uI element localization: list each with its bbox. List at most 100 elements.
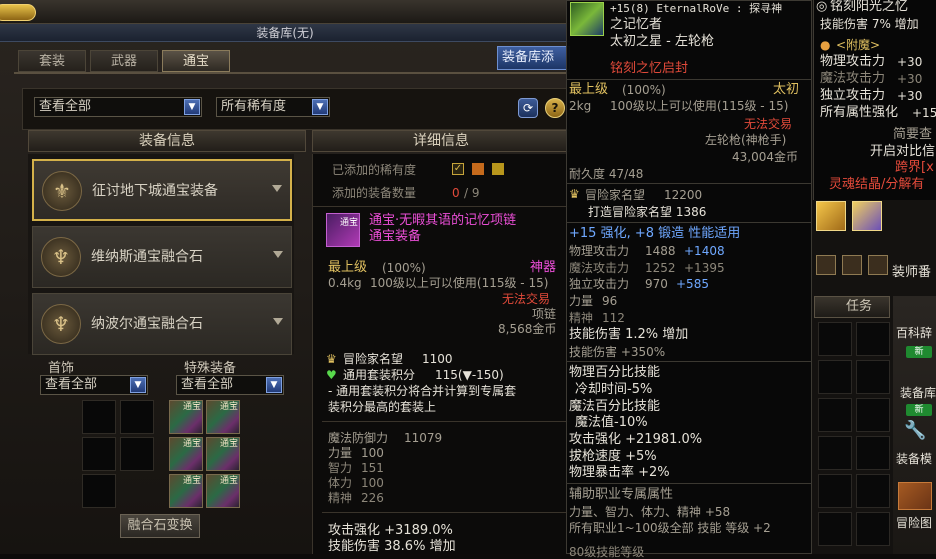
divider	[566, 183, 812, 184]
new-badge: 新	[906, 346, 932, 358]
soul-crystal-text: 灵魂结晶/分解有	[829, 177, 925, 192]
special-item-slot[interactable]: 通宝	[206, 437, 240, 471]
weapon-stat-bonus: +1395	[684, 261, 725, 275]
shop-label[interactable]: 装师番	[892, 266, 931, 280]
cross-text: 跨界[x	[895, 160, 934, 175]
equip-item-napol[interactable]: ♆ 纳波尔通宝融合石	[32, 293, 292, 355]
small-slot-icon[interactable]	[868, 255, 888, 275]
weapon-stat-label: 力量	[569, 294, 594, 308]
all-jobs-skill: 所有职业1~100级全部 技能 等级 +2	[569, 521, 771, 535]
list-cell[interactable]	[818, 322, 852, 356]
tab-weapon[interactable]: 武器	[90, 50, 158, 72]
rarity-select-value: 所有稀有度	[221, 99, 287, 114]
necklace-select[interactable]: 查看全部 ▼	[40, 375, 148, 395]
weapon-fame-label: 冒险家名望	[585, 188, 646, 202]
divider	[566, 361, 812, 362]
stat-label: 精神	[328, 491, 353, 505]
adventure-menu[interactable]: 冒险图	[896, 516, 932, 530]
top-gold-pill[interactable]	[0, 4, 36, 21]
equip-item-dungeon[interactable]: ⚜ 征讨地下城通宝装备	[32, 159, 292, 221]
special-item-slot[interactable]: 通宝	[169, 474, 203, 508]
list-cell[interactable]	[856, 474, 890, 508]
compare-info[interactable]: 开启对比信	[870, 145, 935, 159]
weapon-stat-value: 1252	[645, 261, 676, 275]
set-points-value: 115(▼-150)	[435, 368, 504, 382]
list-cell[interactable]	[856, 360, 890, 394]
orb-icon: ●	[820, 38, 831, 52]
repo-menu[interactable]: 装备库	[900, 386, 936, 400]
refresh-icon[interactable]: ⟳	[518, 98, 538, 118]
list-cell[interactable]	[818, 512, 852, 546]
stat-value: 151	[361, 461, 384, 475]
weapon-price: 43,004金币	[732, 150, 798, 164]
sim-menu[interactable]: 装备模	[896, 452, 932, 466]
view-select[interactable]: 查看全部 ▼	[34, 97, 202, 117]
item-type: 通宝装备	[369, 229, 422, 244]
small-slot-icon[interactable]	[816, 255, 836, 275]
small-slot-icon[interactable]	[842, 255, 862, 275]
inventory-item-icon[interactable]	[816, 201, 846, 231]
support-stats: 力量、智力、体力、精神 +58	[569, 505, 731, 519]
fusion-stone-convert-button[interactable]: 融合石变换	[120, 514, 200, 538]
new-badge: 新	[906, 404, 932, 416]
added-rarity-label: 已添加的稀有度	[332, 163, 417, 177]
rarity-select[interactable]: 所有稀有度 ▼	[216, 97, 330, 117]
inventory-item-icon[interactable]	[852, 201, 882, 231]
necklace-slot[interactable]	[82, 474, 116, 508]
weapon-fame-build: 打造冒险家名望 1386	[588, 205, 707, 219]
special-item-slot[interactable]: 通宝	[169, 437, 203, 471]
dict-menu[interactable]: 百科辞	[896, 326, 932, 340]
compare-text[interactable]: 简要查	[893, 128, 932, 142]
list-cell[interactable]	[856, 398, 890, 432]
tab-tongbao[interactable]: 通宝	[162, 50, 230, 72]
list-cell[interactable]	[856, 436, 890, 470]
chevron-down-icon: ▼	[130, 377, 146, 393]
stat-value: 100	[361, 476, 384, 490]
necklace-slot[interactable]	[120, 400, 154, 434]
atk-strength: 攻击强化 +3189.0%	[328, 523, 453, 538]
rarity-box-legendary[interactable]	[472, 163, 484, 175]
necklace-slot[interactable]	[82, 437, 116, 471]
stat-label: 智力	[328, 461, 353, 475]
necklace-slot[interactable]	[120, 437, 154, 471]
necklace-slot[interactable]	[82, 400, 116, 434]
item-weight: 0.4kg	[328, 276, 362, 290]
weapon-atk-strength: 攻击强化 +21981.0%	[569, 432, 703, 447]
special-select[interactable]: 查看全部 ▼	[176, 375, 284, 395]
help-icon[interactable]: ?	[545, 98, 565, 118]
fame-icon: ♛	[569, 187, 580, 201]
fame-icon: ♛	[326, 352, 337, 366]
divider	[566, 222, 812, 223]
attach-stat-value: +15	[912, 106, 936, 120]
weapon-stat-bonus: +585	[676, 277, 709, 291]
weapon-stat-bonus: +1408	[684, 244, 725, 258]
stat-label: 魔法防御力	[328, 431, 389, 445]
rarity-checkbox-epic[interactable]: ✓	[452, 163, 464, 175]
list-cell[interactable]	[856, 512, 890, 546]
attach-stat-label: 物理攻击力	[820, 54, 886, 69]
list-cell[interactable]	[818, 360, 852, 394]
list-cell[interactable]	[818, 398, 852, 432]
cut-line: 80级技能等级	[569, 545, 645, 559]
special-item-slot[interactable]: 通宝	[206, 400, 240, 434]
list-cell[interactable]	[818, 436, 852, 470]
phys-crit: 物理暴击率 +2%	[569, 465, 670, 480]
stat-label: 力量	[328, 446, 353, 460]
list-cell[interactable]	[818, 474, 852, 508]
equip-item-venus[interactable]: ♆ 维纳斯通宝融合石	[32, 226, 292, 288]
weapon-durability: 耐久度 47/48	[569, 167, 644, 181]
special-item-slot[interactable]: 通宝	[169, 400, 203, 434]
tab-quest[interactable]: 任务	[814, 296, 890, 318]
crest-icon: ⚜	[42, 171, 82, 211]
list-cell[interactable]	[856, 322, 890, 356]
enhance-info: +15 强化, +8 锻造 性能适用	[569, 226, 741, 241]
rarity-box-rare[interactable]	[492, 163, 504, 175]
item-untradable: 无法交易	[502, 292, 551, 306]
special-item-slot[interactable]: 通宝	[206, 474, 240, 508]
repo-add-button[interactable]: 装备库添	[497, 46, 570, 70]
divider	[566, 483, 812, 484]
added-count-label: 添加的装备数量	[332, 186, 417, 200]
chevron-down-icon	[273, 318, 283, 325]
tab-set[interactable]: 套装	[18, 50, 86, 72]
weapon-untradable: 无法交易	[744, 117, 793, 131]
